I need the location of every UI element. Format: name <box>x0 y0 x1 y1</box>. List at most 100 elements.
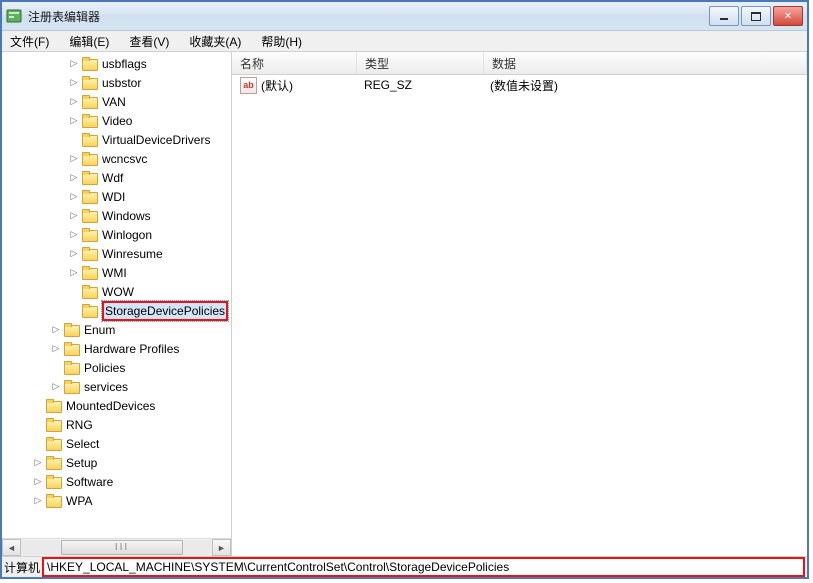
expand-toggle-icon[interactable]: ▷ <box>68 210 80 222</box>
menubar: 文件(F) 编辑(E) 查看(V) 收藏夹(A) 帮助(H) <box>2 31 807 52</box>
value-name: (默认) <box>261 77 293 94</box>
value-data: (数值未设置) <box>482 77 807 94</box>
menu-edit[interactable]: 编辑(E) <box>65 31 113 52</box>
tree-item-label: WMI <box>102 266 127 280</box>
expand-toggle-icon[interactable]: ▷ <box>32 457 44 469</box>
scroll-left-button[interactable]: ◄ <box>2 539 21 556</box>
column-header-type[interactable]: 类型 <box>357 52 484 74</box>
minimize-icon <box>720 18 728 20</box>
scroll-track[interactable]: III <box>21 540 212 555</box>
expand-toggle-icon[interactable]: ▷ <box>32 495 44 507</box>
expand-toggle-icon[interactable]: ▷ <box>32 476 44 488</box>
tree-item-label: VAN <box>102 95 126 109</box>
folder-icon <box>82 190 98 203</box>
menu-favorites[interactable]: 收藏夹(A) <box>185 31 245 52</box>
expand-toggle-icon[interactable]: ▷ <box>68 191 80 203</box>
values-header: 名称 类型 数据 <box>232 52 807 75</box>
expand-toggle-icon[interactable]: ▷ <box>50 381 62 393</box>
tree-item-label: StorageDevicePolicies <box>102 301 228 321</box>
values-listview[interactable]: ab(默认) REG_SZ(数值未设置) <box>232 75 807 556</box>
window-title: 注册表编辑器 <box>28 8 707 25</box>
expand-toggle-icon <box>32 400 44 412</box>
tree-item[interactable]: ▷ Hardware Profiles <box>2 339 231 358</box>
regedit-icon <box>6 8 22 24</box>
column-header-name[interactable]: 名称 <box>232 52 357 74</box>
folder-icon <box>46 418 62 431</box>
tree-view[interactable]: ▷usbflags▷usbstor▷VAN▷VideoVirtualDevice… <box>2 52 231 538</box>
tree-item[interactable]: ▷Wdf <box>2 168 231 187</box>
expand-toggle-icon <box>68 305 80 317</box>
tree-item[interactable]: ▷ WDI <box>2 187 231 206</box>
expand-toggle-icon <box>32 419 44 431</box>
tree-item[interactable]: ▷ usbflags <box>2 54 231 73</box>
tree-item[interactable]: ▷Windows <box>2 206 231 225</box>
menu-file[interactable]: 文件(F) <box>6 31 53 52</box>
tree-item[interactable]: ▷usbstor <box>2 73 231 92</box>
expand-toggle-icon[interactable]: ▷ <box>68 267 80 279</box>
tree-item[interactable]: RNG <box>2 415 231 434</box>
folder-icon <box>82 57 98 70</box>
tree-item[interactable]: ▷WPA <box>2 491 231 510</box>
tree-hscrollbar[interactable]: ◄ III ► <box>2 538 231 556</box>
folder-icon <box>46 437 62 450</box>
expand-toggle-icon[interactable]: ▷ <box>68 96 80 108</box>
folder-icon <box>64 380 80 393</box>
tree-item[interactable]: ▷ services <box>2 377 231 396</box>
tree-item[interactable]: ▷ Video <box>2 111 231 130</box>
folder-icon <box>64 342 80 355</box>
tree-item-label: MountedDevices <box>66 399 155 413</box>
tree-item[interactable]: VirtualDeviceDrivers <box>2 130 231 149</box>
tree-item-label: Setup <box>66 456 97 470</box>
expand-toggle-icon[interactable]: ▷ <box>50 324 62 336</box>
tree-item[interactable]: ▷ Setup <box>2 453 231 472</box>
folder-icon <box>82 228 98 241</box>
tree-item[interactable]: StorageDevicePolicies <box>2 301 231 320</box>
tree-item-label: WDI <box>102 190 125 204</box>
string-value-icon: ab <box>240 77 257 94</box>
expand-toggle-icon[interactable]: ▷ <box>68 58 80 70</box>
status-path: \HKEY_LOCAL_MACHINE\SYSTEM\CurrentContro… <box>42 557 805 577</box>
tree-item-label: Video <box>102 114 132 128</box>
tree-item[interactable]: MountedDevices <box>2 396 231 415</box>
tree-item[interactable]: ▷Winlogon <box>2 225 231 244</box>
tree-item[interactable]: ▷wcncsvc <box>2 149 231 168</box>
minimize-button[interactable] <box>709 6 739 26</box>
column-header-data[interactable]: 数据 <box>484 52 807 74</box>
tree-item-label: Enum <box>84 323 115 337</box>
expand-toggle-icon <box>50 362 62 374</box>
expand-toggle-icon[interactable]: ▷ <box>68 115 80 127</box>
expand-toggle-icon[interactable]: ▷ <box>68 153 80 165</box>
folder-icon <box>82 171 98 184</box>
tree-item[interactable]: ▷ VAN <box>2 92 231 111</box>
scroll-thumb[interactable]: III <box>61 540 183 555</box>
close-button[interactable]: ✕ <box>773 6 803 26</box>
app-window: 注册表编辑器 ✕ 文件(F) 编辑(E) 查看(V) 收藏夹(A) 帮助(H) … <box>0 0 809 579</box>
expand-toggle-icon[interactable]: ▷ <box>68 248 80 260</box>
window-controls: ✕ <box>707 6 803 26</box>
tree-item[interactable]: ▷Winresume <box>2 244 231 263</box>
menu-help[interactable]: 帮助(H) <box>257 31 306 52</box>
tree-item[interactable]: Policies <box>2 358 231 377</box>
tree-item[interactable]: WOW <box>2 282 231 301</box>
value-type: REG_SZ <box>356 78 482 92</box>
menu-view[interactable]: 查看(V) <box>125 31 173 52</box>
maximize-button[interactable] <box>741 6 771 26</box>
tree-item-label: Software <box>66 475 113 489</box>
value-row[interactable]: ab(默认) REG_SZ(数值未设置) <box>232 75 807 95</box>
expand-toggle-icon <box>32 438 44 450</box>
tree-item-label: Hardware Profiles <box>84 342 179 356</box>
expand-toggle-icon[interactable]: ▷ <box>68 172 80 184</box>
tree-item[interactable]: ▷ Software <box>2 472 231 491</box>
tree-item-label: services <box>84 380 128 394</box>
tree-item[interactable]: ▷ Enum <box>2 320 231 339</box>
expand-toggle-icon[interactable]: ▷ <box>50 343 62 355</box>
expand-toggle-icon <box>68 134 80 146</box>
scroll-right-button[interactable]: ► <box>212 539 231 556</box>
expand-toggle-icon[interactable]: ▷ <box>68 229 80 241</box>
tree-item-label: usbflags <box>102 57 147 71</box>
folder-icon <box>82 133 98 146</box>
folder-icon <box>46 456 62 469</box>
tree-item[interactable]: ▷ WMI <box>2 263 231 282</box>
expand-toggle-icon[interactable]: ▷ <box>68 77 80 89</box>
tree-item[interactable]: Select <box>2 434 231 453</box>
